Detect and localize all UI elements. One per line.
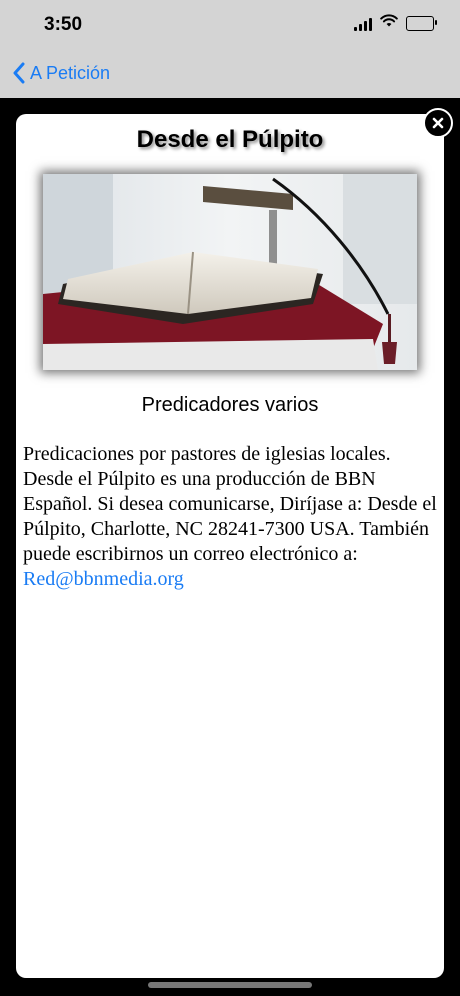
modal-title: Desde el Púlpito	[136, 126, 324, 153]
home-indicator	[148, 982, 312, 988]
wifi-icon	[380, 14, 398, 33]
program-detail-modal: Desde el Púlpito Predicadores varios Pre…	[16, 114, 444, 978]
back-button[interactable]: A Petición	[12, 62, 110, 84]
signal-icon	[354, 17, 372, 31]
program-description: Predicaciones por pastores de iglesias l…	[23, 442, 439, 592]
chevron-left-icon	[13, 62, 25, 84]
description-text: Predicaciones por pastores de iglesias l…	[23, 443, 437, 565]
email-link[interactable]: Red@bbnmedia.org	[23, 568, 184, 590]
close-button[interactable]	[423, 108, 453, 138]
back-button-label[interactable]: A Petición	[30, 63, 110, 84]
status-bar: 3:50	[0, 0, 460, 50]
status-icons	[354, 14, 437, 33]
speaker-subtitle: Predicadores varios	[141, 394, 319, 416]
close-icon	[432, 117, 444, 129]
pulpit-bible-image	[43, 174, 417, 370]
battery-icon	[406, 16, 437, 31]
status-time: 3:50	[44, 14, 83, 35]
navigation-bar: A Petición	[0, 50, 460, 98]
